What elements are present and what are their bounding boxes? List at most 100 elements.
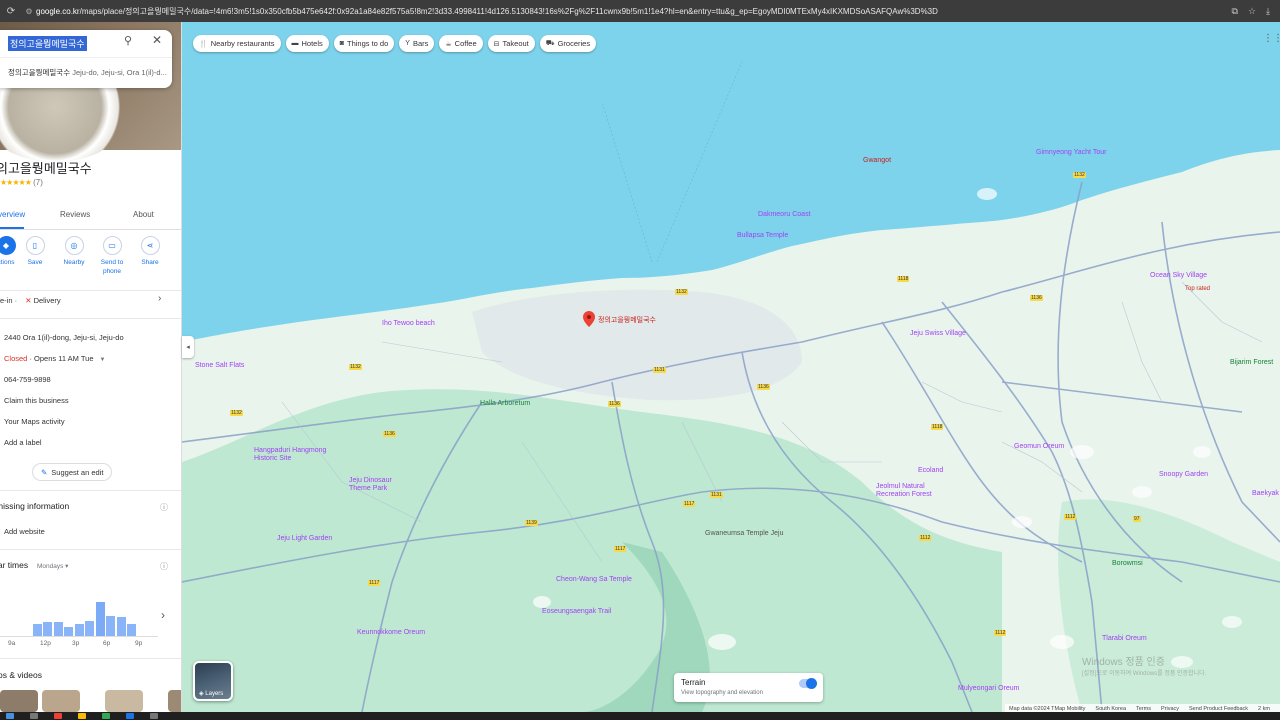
- chip-bars[interactable]: Y Bars: [399, 35, 435, 52]
- layers-button[interactable]: ◈ Layers: [193, 661, 233, 701]
- map-poi[interactable]: Gwaneumsa Temple Jeju: [705, 530, 783, 537]
- site-info-icon[interactable]: ⚙: [22, 7, 36, 16]
- taskbar-app-icon[interactable]: [30, 713, 38, 719]
- map-poi[interactable]: Geomun Oreum: [1014, 443, 1064, 450]
- map-poi[interactable]: Keunnokkome Oreum: [357, 629, 425, 636]
- claim-business-row[interactable]: Claim this business: [4, 396, 69, 405]
- pin-label[interactable]: 정의고을뭥메밀국수: [598, 315, 656, 325]
- share-button[interactable]: ⋖ Share: [130, 236, 170, 267]
- search-input[interactable]: 정의고을뭥메밀국수: [8, 36, 87, 51]
- nearby-button[interactable]: ◎ Nearby: [54, 236, 94, 267]
- tab-overview[interactable]: verview: [0, 210, 25, 219]
- map-poi[interactable]: Hangpaduri Hangmong Historic Site: [254, 447, 344, 463]
- install-icon[interactable]: ⧉: [1232, 6, 1238, 17]
- url-field[interactable]: google.co.kr/maps/place/정의고을뭥메밀국수/data=!…: [36, 6, 1222, 17]
- tab-reviews[interactable]: Reviews: [60, 210, 90, 219]
- map-poi[interactable]: Snoopy Garden: [1159, 471, 1208, 478]
- popular-times-bar[interactable]: [43, 622, 52, 636]
- taskbar-app-icon[interactable]: [126, 713, 134, 719]
- feedback-link[interactable]: Send Product Feedback: [1189, 706, 1248, 712]
- search-suggestion[interactable]: 정의고을뭥메밀국수 Jeju-do, Jeju-si, Ora 1(il)-d.…: [8, 67, 168, 78]
- terrain-toggle[interactable]: [799, 678, 817, 689]
- map-poi[interactable]: Stone Salt Flats: [195, 362, 244, 369]
- map-poi[interactable]: Tlarabi Oreum: [1102, 635, 1147, 642]
- download-icon[interactable]: ⤓: [1266, 6, 1270, 17]
- popular-times-bar[interactable]: [116, 617, 126, 636]
- hours-row[interactable]: Closed · Opens 11 AM Tue ▼: [4, 354, 105, 363]
- start-icon[interactable]: [6, 713, 14, 719]
- chip-coffee[interactable]: ☕ Coffee: [439, 35, 483, 52]
- add-website-row[interactable]: Add website: [4, 527, 45, 536]
- reload-icon[interactable]: ⟳: [0, 6, 22, 17]
- map-poi[interactable]: Gimnyeong Yacht Tour: [1036, 149, 1106, 156]
- phone-row[interactable]: 064-759-9898: [4, 375, 51, 384]
- taskbar-app-icon[interactable]: [102, 713, 110, 719]
- collapse-panel-button[interactable]: ◂: [182, 336, 194, 358]
- chip-hotels[interactable]: ▬ Hotels: [285, 35, 329, 52]
- save-button[interactable]: ▯ Save: [15, 236, 55, 267]
- tab-about[interactable]: About: [133, 210, 154, 219]
- popular-times-bar[interactable]: [64, 627, 73, 636]
- help-icon[interactable]: ⓘ: [160, 502, 168, 513]
- map-poi[interactable]: Baekyak: [1252, 490, 1279, 497]
- address-row[interactable]: 2440 Ora 1(il)-dong, Jeju-si, Jeju-do: [4, 333, 124, 342]
- map-poi[interactable]: Halla Arboretum: [480, 400, 530, 407]
- close-icon[interactable]: ✕: [152, 33, 162, 47]
- location-pin-icon[interactable]: [583, 311, 595, 327]
- photo-thumbnail[interactable]: [42, 690, 80, 712]
- popular-times-bar[interactable]: [74, 624, 84, 636]
- map-poi[interactable]: Jeolmul Natural Recreation Forest: [876, 483, 946, 499]
- map-poi[interactable]: Eoseungsaengak Trail: [542, 608, 611, 615]
- terrain-card[interactable]: Terrain View topography and elevation: [674, 673, 823, 702]
- photo-thumbnail[interactable]: [168, 690, 181, 712]
- google-apps-icon[interactable]: ⋮⋮: [1263, 33, 1280, 44]
- map-poi[interactable]: Bijarim Forest: [1230, 359, 1273, 366]
- popular-times-bar[interactable]: [53, 622, 63, 636]
- privacy-link[interactable]: Privacy: [1161, 706, 1179, 712]
- map-poi[interactable]: Jeju Dinosaur Theme Park: [349, 477, 409, 493]
- next-day-icon[interactable]: ›: [161, 608, 165, 622]
- photo-thumbnail[interactable]: [0, 690, 38, 712]
- popular-times-bar[interactable]: [85, 621, 94, 636]
- map-poi[interactable]: Bullapsa Temple: [737, 232, 788, 239]
- chip-groceries[interactable]: ⛟ Groceries: [539, 35, 597, 52]
- map-poi[interactable]: Borowmsi: [1112, 560, 1143, 567]
- terms-link[interactable]: Terms: [1136, 706, 1151, 712]
- taskbar-app-icon[interactable]: [78, 713, 86, 719]
- day-selector[interactable]: Mondays ▾: [37, 562, 68, 570]
- map-poi[interactable]: Mulyeongari Oreum: [958, 685, 1019, 692]
- map-poi[interactable]: Jeju Light Garden: [277, 535, 332, 542]
- chip-takeout[interactable]: ⊟ Takeout: [487, 35, 535, 52]
- photo-thumbnail[interactable]: [105, 690, 143, 712]
- chevron-right-icon[interactable]: ›: [158, 293, 161, 304]
- map-canvas[interactable]: [182, 22, 1280, 712]
- maps-activity-row[interactable]: Your Maps activity: [4, 417, 65, 426]
- send-to-phone-button[interactable]: ▭ Send to phone: [92, 236, 132, 276]
- bookmark-star-icon[interactable]: ☆: [1248, 6, 1256, 17]
- map-poi[interactable]: Ocean Sky Village: [1150, 272, 1207, 279]
- taskbar-app-icon[interactable]: [54, 713, 62, 719]
- popular-times-bar[interactable]: [127, 624, 136, 636]
- chevron-down-icon[interactable]: ▼: [100, 357, 106, 363]
- map-poi[interactable]: Iho Tewoo beach: [382, 320, 435, 327]
- map-poi[interactable]: Gwangot: [863, 157, 891, 164]
- add-label-row[interactable]: Add a label: [4, 438, 42, 447]
- search-icon[interactable]: ⚲: [124, 34, 132, 47]
- suggest-edit-button[interactable]: ✎ Suggest an edit: [32, 463, 113, 481]
- help-icon[interactable]: ⓘ: [160, 561, 168, 572]
- search-box[interactable]: 정의고을뭥메밀국수 ⚲ ✕ 정의고을뭥메밀국수 Jeju-do, Jeju-si…: [0, 30, 172, 88]
- map-poi[interactable]: Dakmeoru Coast: [758, 211, 811, 218]
- scale-label[interactable]: 2 km: [1258, 706, 1270, 712]
- region-link[interactable]: South Korea: [1095, 706, 1126, 712]
- chip-things-to-do[interactable]: ◙ Things to do: [333, 35, 395, 52]
- service-options[interactable]: e-in · ✕ Delivery ›: [0, 293, 181, 305]
- rating[interactable]: ★★★★★ (7): [0, 178, 43, 187]
- popular-times-bar[interactable]: [95, 602, 105, 636]
- chip-nearby-restaurants[interactable]: 🍴 Nearby restaurants: [193, 35, 281, 52]
- popular-times-bar[interactable]: [106, 616, 115, 636]
- map-poi[interactable]: Ecoland: [918, 467, 943, 474]
- map-poi[interactable]: Cheon-Wang Sa Temple: [556, 576, 632, 583]
- map-poi[interactable]: Jeju Swiss Village: [910, 330, 966, 337]
- taskbar-app-icon[interactable]: [150, 713, 158, 719]
- popular-times-bar[interactable]: [32, 624, 42, 636]
